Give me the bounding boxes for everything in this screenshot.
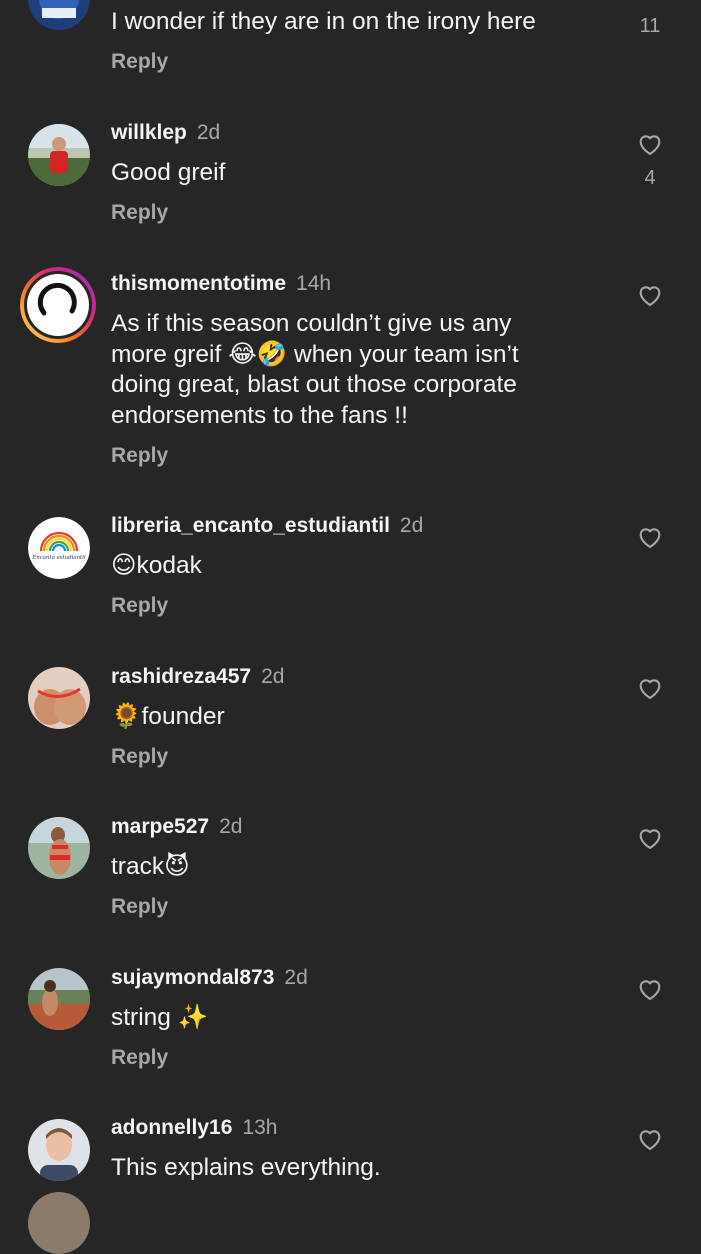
heart-icon[interactable] [636, 281, 664, 309]
reply-button[interactable]: Reply [111, 895, 168, 919]
reply-button[interactable]: Reply [111, 594, 168, 618]
avatar[interactable] [28, 1119, 90, 1181]
heart-icon[interactable] [636, 523, 664, 551]
comment-time: 14h [296, 272, 332, 295]
heart-icon[interactable] [636, 975, 664, 1003]
avatar[interactable] [28, 667, 90, 729]
comment-text: This explains everything. [111, 1154, 381, 1181]
avatar[interactable] [28, 817, 90, 879]
comment-username[interactable]: marpe527 2d [111, 815, 242, 839]
comment-time: 13h [242, 1116, 278, 1139]
heart-icon[interactable] [636, 1125, 664, 1153]
heart-icon[interactable] [636, 824, 664, 852]
comment-username[interactable]: sujaymondal873 2d [111, 966, 308, 990]
comment-text: Good greif [111, 159, 226, 186]
heart-icon[interactable] [636, 130, 664, 158]
comment-username[interactable]: libreria_encanto_estudiantil 2d [111, 514, 423, 538]
comment-time: 2d [284, 966, 308, 989]
comment-text: 😊kodak [111, 552, 202, 579]
comment-time: 2d [261, 665, 285, 688]
comment-text: track😈 [111, 853, 190, 880]
reply-button[interactable]: Reply [111, 444, 168, 468]
reply-button[interactable]: Reply [111, 1046, 168, 1070]
comment-username[interactable]: adonnelly16 13h [111, 1116, 277, 1140]
reply-button[interactable]: Reply [111, 745, 168, 769]
comment-text: string ✨ [111, 1004, 209, 1031]
avatar[interactable] [28, 968, 90, 1030]
reply-button[interactable]: Reply [111, 50, 168, 74]
heart-icon[interactable] [636, 674, 664, 702]
avatar[interactable] [28, 1192, 90, 1254]
comment-username[interactable]: willklep 2d [111, 121, 220, 145]
comment-time: 2d [196, 121, 221, 144]
avatar[interactable]: Encanto estudiantil [28, 517, 90, 579]
reply-button[interactable]: Reply [111, 201, 168, 225]
like-count: 4 [644, 167, 656, 189]
comment-text: I wonder if they are in on the irony her… [111, 8, 536, 35]
comment-text: As if this season couldn’t give us any m… [111, 310, 519, 429]
avatar[interactable] [20, 267, 96, 343]
comment-time: 2d [399, 514, 424, 537]
avatar-logo-text: Encanto estudiantil [31, 555, 86, 561]
comment-username[interactable]: thismomentotime 14h [111, 272, 331, 296]
comment-time: 2d [219, 815, 243, 838]
avatar[interactable] [28, 124, 90, 186]
comment-username[interactable]: rashidreza457 2d [111, 665, 284, 689]
like-count: 11 [639, 15, 661, 37]
comment-text: 🌻founder [111, 703, 225, 730]
avatar[interactable] [28, 0, 90, 30]
